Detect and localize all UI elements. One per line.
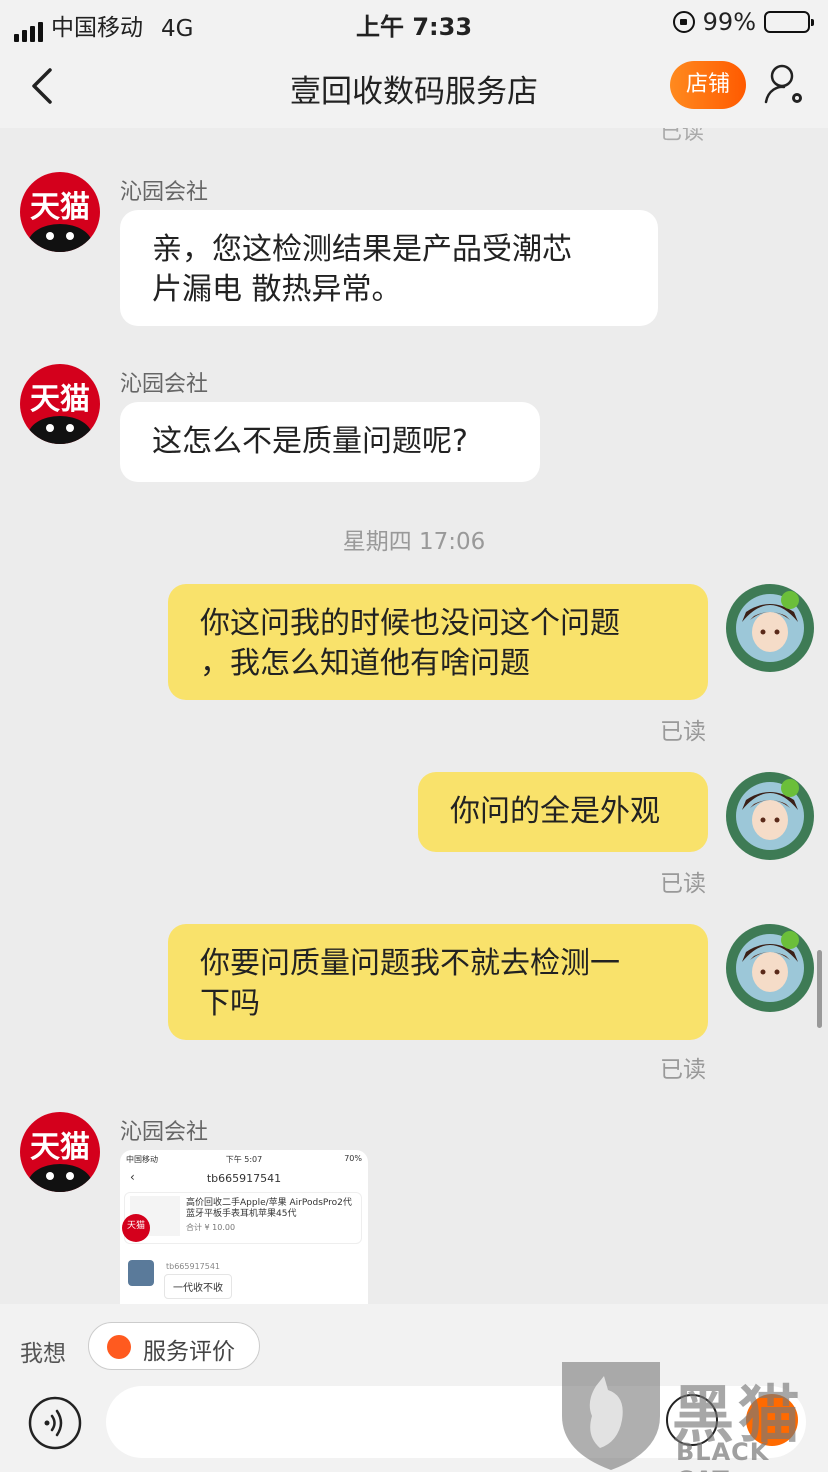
- watermark: 黑猫 BLACK CAT: [556, 1356, 828, 1472]
- avatar: 天猫: [122, 1214, 150, 1242]
- sender-name: 沁园会社: [120, 1120, 209, 1145]
- message-bubble[interactable]: 这怎么不是质量问题呢?: [120, 402, 540, 482]
- message-bubble[interactable]: 你问的全是外观: [418, 772, 708, 852]
- avatar[interactable]: 天猫: [20, 1112, 100, 1192]
- service-review-chip[interactable]: 服务评价: [88, 1322, 260, 1370]
- message-bubble[interactable]: 你要问质量问题我不就去检测一 下吗: [168, 924, 708, 1040]
- message-bubble: 一代收不收: [164, 1274, 232, 1299]
- rotation-lock-icon: [672, 11, 695, 33]
- battery-percent: 99%: [702, 8, 756, 36]
- scrollbar[interactable]: [817, 950, 822, 1028]
- avatar[interactable]: [724, 582, 816, 674]
- read-status: 已读: [660, 719, 706, 745]
- avatar[interactable]: [724, 922, 816, 1014]
- image-message[interactable]: 中国移动 下午 5:07 70% ‹ tb665917541 天猫 高价回收二手…: [120, 1150, 368, 1304]
- battery-icon: [764, 11, 814, 33]
- order-total: 合计 ¥ 10.00: [186, 1223, 236, 1232]
- avatar[interactable]: 天猫: [20, 172, 100, 252]
- image-title: tb665917541: [206, 1172, 282, 1185]
- status-bar: 中国移动 4G 上午 7:33 99%: [0, 0, 828, 44]
- black-cat-logo: [562, 1362, 660, 1470]
- sender-name: 沁园会社: [120, 372, 209, 397]
- user-settings-icon[interactable]: [762, 62, 808, 108]
- timestamp: 星期四 17:06: [342, 529, 486, 555]
- product-title: 高价回收二手Apple/苹果 AirPodsPro2代蓝牙平板手表耳机苹果45代: [186, 1198, 352, 1219]
- avatar[interactable]: [724, 770, 816, 862]
- read-status: 已读: [660, 1057, 706, 1083]
- read-status: 已读: [660, 871, 706, 897]
- review-icon: [107, 1335, 131, 1359]
- nav-bar: 壹回收数码服务店 店铺: [0, 44, 828, 128]
- message-bubble[interactable]: 亲，您这检测结果是产品受潮芯 片漏电 散热异常。: [120, 210, 658, 326]
- sender-name: 沁园会社: [120, 180, 209, 205]
- voice-icon[interactable]: [28, 1396, 82, 1450]
- avatar[interactable]: 天猫: [20, 364, 100, 444]
- message-bubble[interactable]: 你这问我的时候也没问这个问题 ，我怎么知道他有啥问题: [168, 584, 708, 700]
- sender-name: tb665917541: [166, 1262, 221, 1271]
- chat-area[interactable]: 已读 天猫 沁园会社 亲，您这检测结果是产品受潮芯 片漏电 散热异常。 天猫 沁…: [0, 128, 828, 1304]
- avatar: [128, 1260, 154, 1286]
- store-button[interactable]: 店铺: [670, 61, 746, 109]
- quick-action-label: 我想: [20, 1341, 66, 1367]
- watermark-text: BLACK CAT: [676, 1438, 770, 1472]
- read-status: 已读: [660, 128, 705, 145]
